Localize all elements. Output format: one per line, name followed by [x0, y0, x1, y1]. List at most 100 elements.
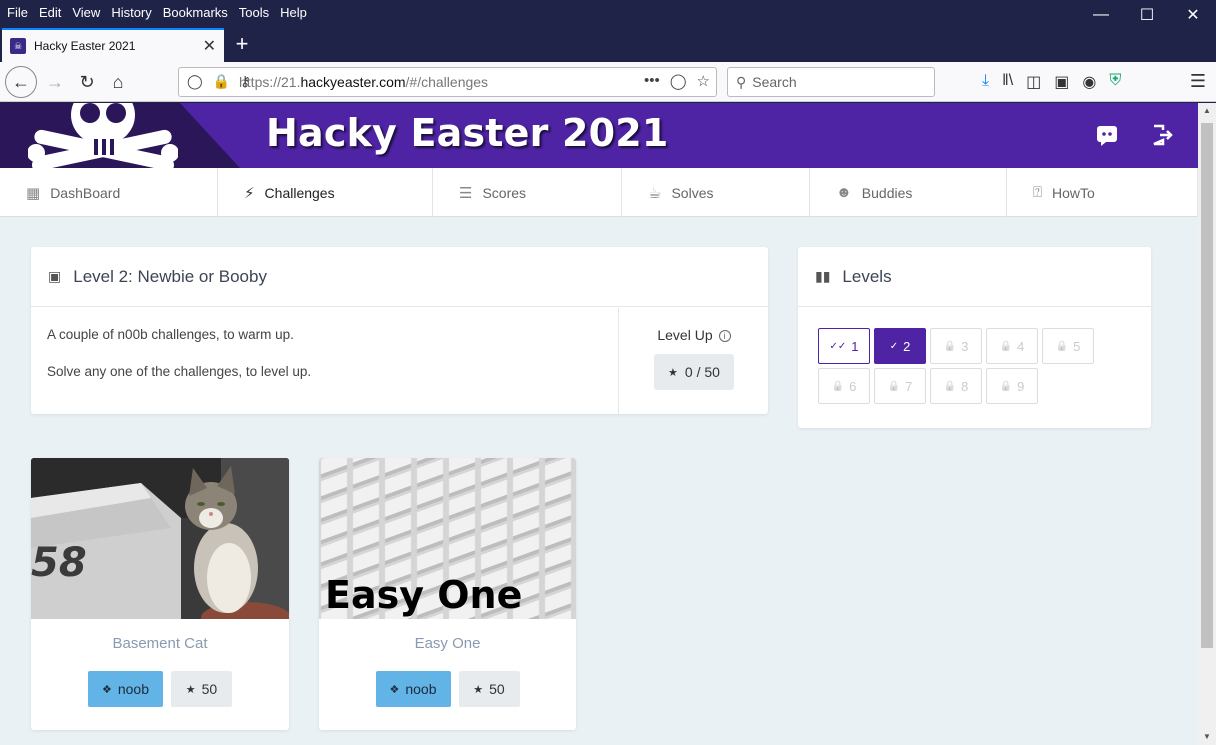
levels-card-header: ▮▮ Levels	[798, 247, 1151, 307]
home-icon[interactable]: ⌂	[103, 67, 133, 97]
url-host: hackyeaster.com	[300, 74, 406, 90]
level-button-4[interactable]: 🔒 4	[986, 328, 1038, 364]
page-actions-icon[interactable]: •••	[644, 72, 660, 90]
close-tab-icon[interactable]: ✕	[203, 36, 216, 56]
medal-icon: ★	[185, 683, 196, 696]
pocket-icon[interactable]: ◯	[670, 72, 687, 90]
nav-solves[interactable]: ☕ Solves	[622, 168, 810, 217]
nav-label: HowTo	[1052, 184, 1095, 201]
library-icon[interactable]: ‖\	[1002, 72, 1013, 92]
menu-edit[interactable]: Edit	[35, 5, 65, 20]
scrollbar-thumb[interactable]	[1201, 123, 1213, 648]
challenge-name[interactable]: Easy One	[319, 635, 576, 652]
level-up-points-value: 0 / 50	[684, 364, 720, 380]
search-box[interactable]: ⚲ Search	[727, 67, 935, 97]
points-label: 50	[489, 681, 505, 697]
forward-arrow-icon[interactable]: →	[40, 67, 70, 97]
banner-title: Hacky Easter 2021	[266, 111, 669, 155]
level-up-panel: Level Up i ★ 0 / 50	[618, 308, 768, 414]
challenge-card[interactable]: 58 Basement Cat ❖ noob ★ 50	[31, 458, 289, 730]
page-content: Hacky Easter 2021 ▦ DashBoard ⚡ Challeng…	[0, 103, 1198, 745]
levels-card: ▮▮ Levels ✓✓ 1 ✓ 2 🔒 3 🔒 4 🔒 5 🔒 6 🔒 7 🔒 8 🔒 9	[798, 247, 1151, 428]
category-badge[interactable]: ❖ noob	[375, 671, 451, 707]
lock-icon: 🔒	[1055, 340, 1069, 352]
level-button-6[interactable]: 🔒 6	[818, 368, 870, 404]
url-text: https://21.hackyeaster.com/#/challenges	[239, 74, 488, 90]
nav-label: DashBoard	[50, 184, 121, 201]
level-button-5[interactable]: 🔒 5	[1042, 328, 1094, 364]
back-arrow-icon[interactable]: ←	[5, 66, 37, 98]
category-badge[interactable]: ❖ noob	[88, 671, 163, 707]
skull-logo-icon	[28, 103, 178, 168]
baby-icon: ❖	[101, 683, 112, 696]
scroll-up-icon[interactable]: ▲	[1198, 103, 1216, 119]
menu-file[interactable]: File	[3, 5, 32, 20]
people-icon: ☻	[836, 184, 852, 201]
menu-bookmarks[interactable]: Bookmarks	[159, 5, 232, 20]
logout-icon[interactable]	[1150, 123, 1174, 147]
tab-title: Hacky Easter 2021	[34, 39, 136, 53]
nav-label: Solves	[671, 184, 714, 201]
browser-menubar: File Edit View History Bookmarks Tools H…	[0, 0, 1216, 24]
level-description: A couple of n00b challenges, to warm up.	[47, 327, 294, 342]
nav-label: Challenges	[264, 184, 335, 201]
level-card: ▣ Level 2: Newbie or Booby A couple of n…	[31, 247, 768, 414]
challenge-image-cat[interactable]: 58	[31, 458, 289, 619]
search-icon: ⚲	[736, 73, 747, 90]
level-button-7[interactable]: 🔒 7	[874, 368, 926, 404]
nav-challenges[interactable]: ⚡ Challenges	[218, 168, 433, 217]
info-icon[interactable]: i	[718, 330, 731, 342]
browser-tab[interactable]: ☠ Hacky Easter 2021 ✕	[2, 28, 224, 62]
nav-dashboard[interactable]: ▦ DashBoard	[0, 168, 218, 217]
category-label: noob	[405, 681, 437, 697]
menu-view[interactable]: View	[68, 5, 104, 20]
levels-title: Levels	[842, 266, 892, 286]
browser-toolbar: ← → ↻ ⌂ ◯ 🔒 ⚷ https://21.hackyeaster.com…	[0, 62, 1216, 102]
trophy-icon: ☕	[648, 184, 662, 202]
menu-history[interactable]: History	[107, 5, 155, 20]
download-icon[interactable]: ⤓	[982, 72, 989, 92]
challenge-name[interactable]: Basement Cat	[31, 635, 289, 652]
menu-tools[interactable]: Tools	[235, 5, 273, 20]
level-up-label: Level Up	[657, 327, 713, 343]
nav-buddies[interactable]: ☻ Buddies	[810, 168, 1007, 217]
baby-icon: ❖	[389, 683, 400, 696]
lock-icon: 🔒	[999, 380, 1013, 392]
levels-icon: ▮▮	[815, 268, 831, 284]
check-icon: ✓	[889, 340, 899, 352]
extension-icon[interactable]: ▣	[1054, 72, 1069, 92]
tracking-shield-icon[interactable]: ◯	[187, 73, 203, 90]
level-instruction: Solve any one of the challenges, to leve…	[47, 364, 312, 379]
lock-icon[interactable]: 🔒	[213, 73, 230, 90]
level-button-9[interactable]: 🔒 9	[986, 368, 1038, 404]
discord-icon[interactable]	[1095, 123, 1119, 147]
image-text-easy-one: Easy One	[325, 573, 522, 617]
lock-icon: 🔒	[943, 380, 957, 392]
scroll-down-icon[interactable]: ▼	[1198, 729, 1216, 745]
points-badge: ★ 50	[458, 671, 520, 707]
account-icon[interactable]: ◉	[1082, 72, 1096, 92]
level-button-1[interactable]: ✓✓ 1	[818, 328, 870, 364]
address-bar[interactable]: ◯ 🔒 ⚷ https://21.hackyeaster.com/#/chall…	[178, 67, 717, 97]
security-shield-icon[interactable]: ⛨	[1109, 72, 1121, 92]
hamburger-menu-icon[interactable]: ☰	[1190, 71, 1206, 92]
level-button-8[interactable]: 🔒 8	[930, 368, 982, 404]
challenge-card[interactable]: Easy One Easy One ❖ noob ★ 50	[319, 458, 576, 730]
site-banner: Hacky Easter 2021	[0, 103, 1198, 168]
challenge-image-cubes[interactable]: Easy One	[319, 458, 576, 619]
new-tab-icon[interactable]: +	[232, 32, 252, 56]
lock-icon: 🔒	[943, 340, 957, 352]
nav-scores[interactable]: ☰ Scores	[433, 168, 622, 217]
reload-icon[interactable]: ↻	[72, 67, 102, 97]
level-button-3[interactable]: 🔒 3	[930, 328, 982, 364]
level-button-2[interactable]: ✓ 2	[874, 328, 926, 364]
sidebar-icon[interactable]: ◫	[1026, 72, 1041, 92]
page-scrollbar[interactable]: ▲ ▼	[1198, 103, 1216, 745]
double-check-icon: ✓✓	[829, 340, 847, 352]
site-favicon-icon: ☠	[10, 38, 26, 54]
bookmark-star-icon[interactable]: ☆	[697, 72, 710, 90]
menu-help[interactable]: Help	[276, 5, 311, 20]
key-icon: ⚷	[240, 73, 251, 89]
nav-howto[interactable]: ⍰ HowTo	[1007, 168, 1198, 217]
level-card-header: ▣ Level 2: Newbie or Booby	[31, 247, 768, 307]
